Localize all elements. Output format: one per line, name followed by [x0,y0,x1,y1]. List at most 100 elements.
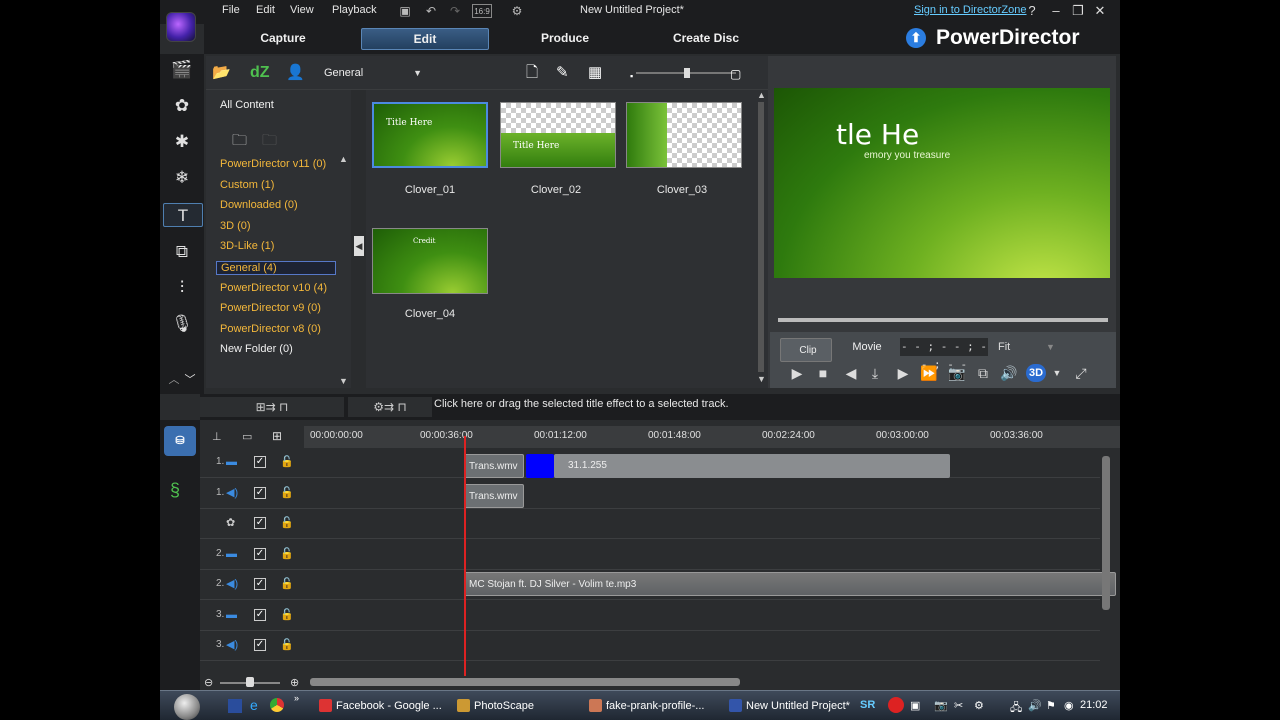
menu-file[interactable]: File [222,4,240,16]
tab-capture[interactable]: Capture [244,28,322,50]
audio-clip[interactable]: Trans.wmv [464,484,524,508]
delete-folder-icon[interactable]: 🗀 [262,130,277,155]
timeline-horizontal-scrollbar[interactable] [310,678,740,686]
ie-icon[interactable]: e [250,697,258,713]
designer-button[interactable]: ⚙⇉ ⊓ [348,397,432,417]
zoom-out-icon[interactable]: ⊖ [204,676,213,689]
grid-scroll-down-icon[interactable]: ▼ [757,374,766,384]
timeline-vertical-scrollbar[interactable] [1102,456,1110,610]
media-room-icon[interactable]: 🎬 [170,58,194,82]
folder-item[interactable]: PowerDirector v10 (4) [220,282,327,294]
storyboard-view-icon[interactable]: ⛁ [164,426,196,456]
undock-icon[interactable]: ⤢ [1072,364,1090,382]
settings-gear-icon[interactable]: ⚙ [510,4,524,18]
menu-playback[interactable]: Playback [332,4,377,16]
time-ruler[interactable]: 00:00:00:00 00:00:36:00 00:01:12:00 00:0… [304,426,1120,448]
track-row[interactable]: 1. ◀) ✓ 🔓 [200,479,1100,509]
small-thumbnail-icon[interactable]: ▪ [630,67,633,85]
taskbar-item[interactable]: New Untitled Project* [726,695,866,717]
tools-button[interactable]: ⊞⇉ ⊓ [200,397,344,417]
stop-icon[interactable]: ■ [814,364,832,382]
directorzone-icon[interactable]: dZ [250,64,270,82]
thumbnail-clover-04[interactable]: Credit [372,228,488,294]
track-enable-checkbox[interactable]: ✓ [254,578,266,590]
tree-scroll-down-icon[interactable]: ▼ [339,376,348,386]
track-enable-checkbox[interactable]: ✓ [254,486,266,499]
track-row[interactable]: 3. ◀) ✓ 🔓 [200,631,1100,661]
language-indicator[interactable]: SR [860,699,875,711]
next-frame-icon[interactable]: ▶ [894,364,912,382]
folder-item[interactable]: General (4) [216,261,336,275]
chevron-down-icon[interactable]: ▼ [1048,364,1066,382]
aspect-ratio-icon[interactable]: 16:9 [472,4,492,18]
tree-scroll-up-icon[interactable]: ▲ [339,154,348,164]
track-lock-icon[interactable]: 🔓 [280,486,294,499]
folder-item[interactable]: New Folder (0) [220,343,293,355]
fit-track-icon[interactable]: ⊥ [212,430,222,443]
track-enable-checkbox[interactable]: ✓ [254,456,266,468]
volume-icon[interactable]: 🔊 [1000,364,1018,382]
large-thumbnail-icon[interactable]: ▢ [730,65,741,83]
preview-scrub-bar[interactable] [778,318,1108,322]
menu-view[interactable]: View [290,4,314,16]
redo-icon[interactable]: ↷ [448,4,462,18]
tray-camera-icon[interactable]: 📷 [934,699,948,712]
tab-edit[interactable]: Edit [361,28,489,50]
track-enable-checkbox[interactable]: ✓ [254,517,266,529]
add-title-icon[interactable]: 🗋 [526,64,538,82]
track-lock-icon[interactable]: 🔓 [280,455,294,468]
folder-item[interactable]: PowerDirector v9 (0) [220,302,321,314]
track-row[interactable]: 2. ▬ ✓ 🔓 [200,540,1100,570]
clip-mode-button[interactable]: Clip [780,338,832,362]
track-enable-checkbox[interactable]: ✓ [254,547,266,560]
3d-mode-button[interactable]: 3D [1026,364,1046,382]
update-arrow-icon[interactable]: ⬆ [906,28,926,48]
tray-settings-icon[interactable]: ⚙ [974,699,984,712]
display-icon[interactable]: ⧉ [974,364,992,382]
chrome-icon[interactable] [270,698,284,712]
quicklaunch-icon[interactable] [228,699,242,713]
play-icon[interactable]: ▶ [788,364,806,382]
help-icon[interactable]: ? [1024,3,1040,19]
folder-item[interactable]: Downloaded (0) [220,199,298,211]
track-lock-icon[interactable]: 🔓 [280,547,294,560]
grid-scrollbar[interactable] [758,102,764,372]
track-manager-icon[interactable]: ▭ [242,430,252,443]
timeline-view-icon[interactable]: § [170,480,180,501]
track-lock-icon[interactable]: 🔓 [280,577,294,590]
new-folder-icon[interactable]: 🗀 [232,130,247,155]
audio-mixing-icon[interactable]: ⫶ [170,276,194,300]
zoom-in-icon[interactable]: ⊕ [290,676,299,689]
timecode-display[interactable]: - - ; - - ; - - ; - - [900,338,988,371]
track-lock-icon[interactable]: 🔓 [280,608,294,621]
all-content-label[interactable]: All Content [220,99,274,111]
zoom-fit-dropdown[interactable]: Fit ▼ [998,338,1058,356]
pip-room-icon[interactable]: ✱ [170,130,194,154]
import-folder-icon[interactable]: 📂 [212,64,231,82]
thumbnail-clover-02[interactable]: Title Here [500,102,616,168]
tab-produce[interactable]: Produce [526,28,604,50]
folder-item[interactable]: PowerDirector v8 (0) [220,323,321,335]
color-board-clip[interactable] [526,454,554,478]
transition-room-icon[interactable]: ⧉ [170,240,194,264]
sign-in-link[interactable]: Sign in to DirectorZone [914,4,1027,16]
effect-room-icon[interactable]: ✿ [170,94,194,118]
voice-over-icon[interactable]: 🎙 [170,312,194,336]
thumbnail-clover-01[interactable]: Title Here [372,102,488,168]
minimize-icon[interactable]: – [1048,3,1064,19]
modify-title-icon[interactable]: ✎ [556,64,569,82]
folder-item[interactable]: 3D-Like (1) [220,240,274,252]
network-icon[interactable]: 🖧 [1010,699,1022,718]
track-lock-icon[interactable]: 🔓 [280,638,294,651]
tray-shield-icon[interactable]: ◉ [1064,699,1074,712]
taskbar-item[interactable]: fake-prank-profile-... [586,695,716,717]
save-icon[interactable]: ▣ [398,4,412,18]
playhead[interactable] [464,436,466,676]
folder-item[interactable]: 3D (0) [220,220,251,232]
tray-window-icon[interactable]: ▣ [910,699,920,712]
track-enable-checkbox[interactable]: ✓ [254,639,266,651]
zoom-slider-thumb[interactable] [246,677,254,687]
snapshot-icon[interactable]: 📷 [948,364,966,382]
tab-create-disc[interactable]: Create Disc [660,28,752,50]
start-button[interactable] [174,694,200,720]
